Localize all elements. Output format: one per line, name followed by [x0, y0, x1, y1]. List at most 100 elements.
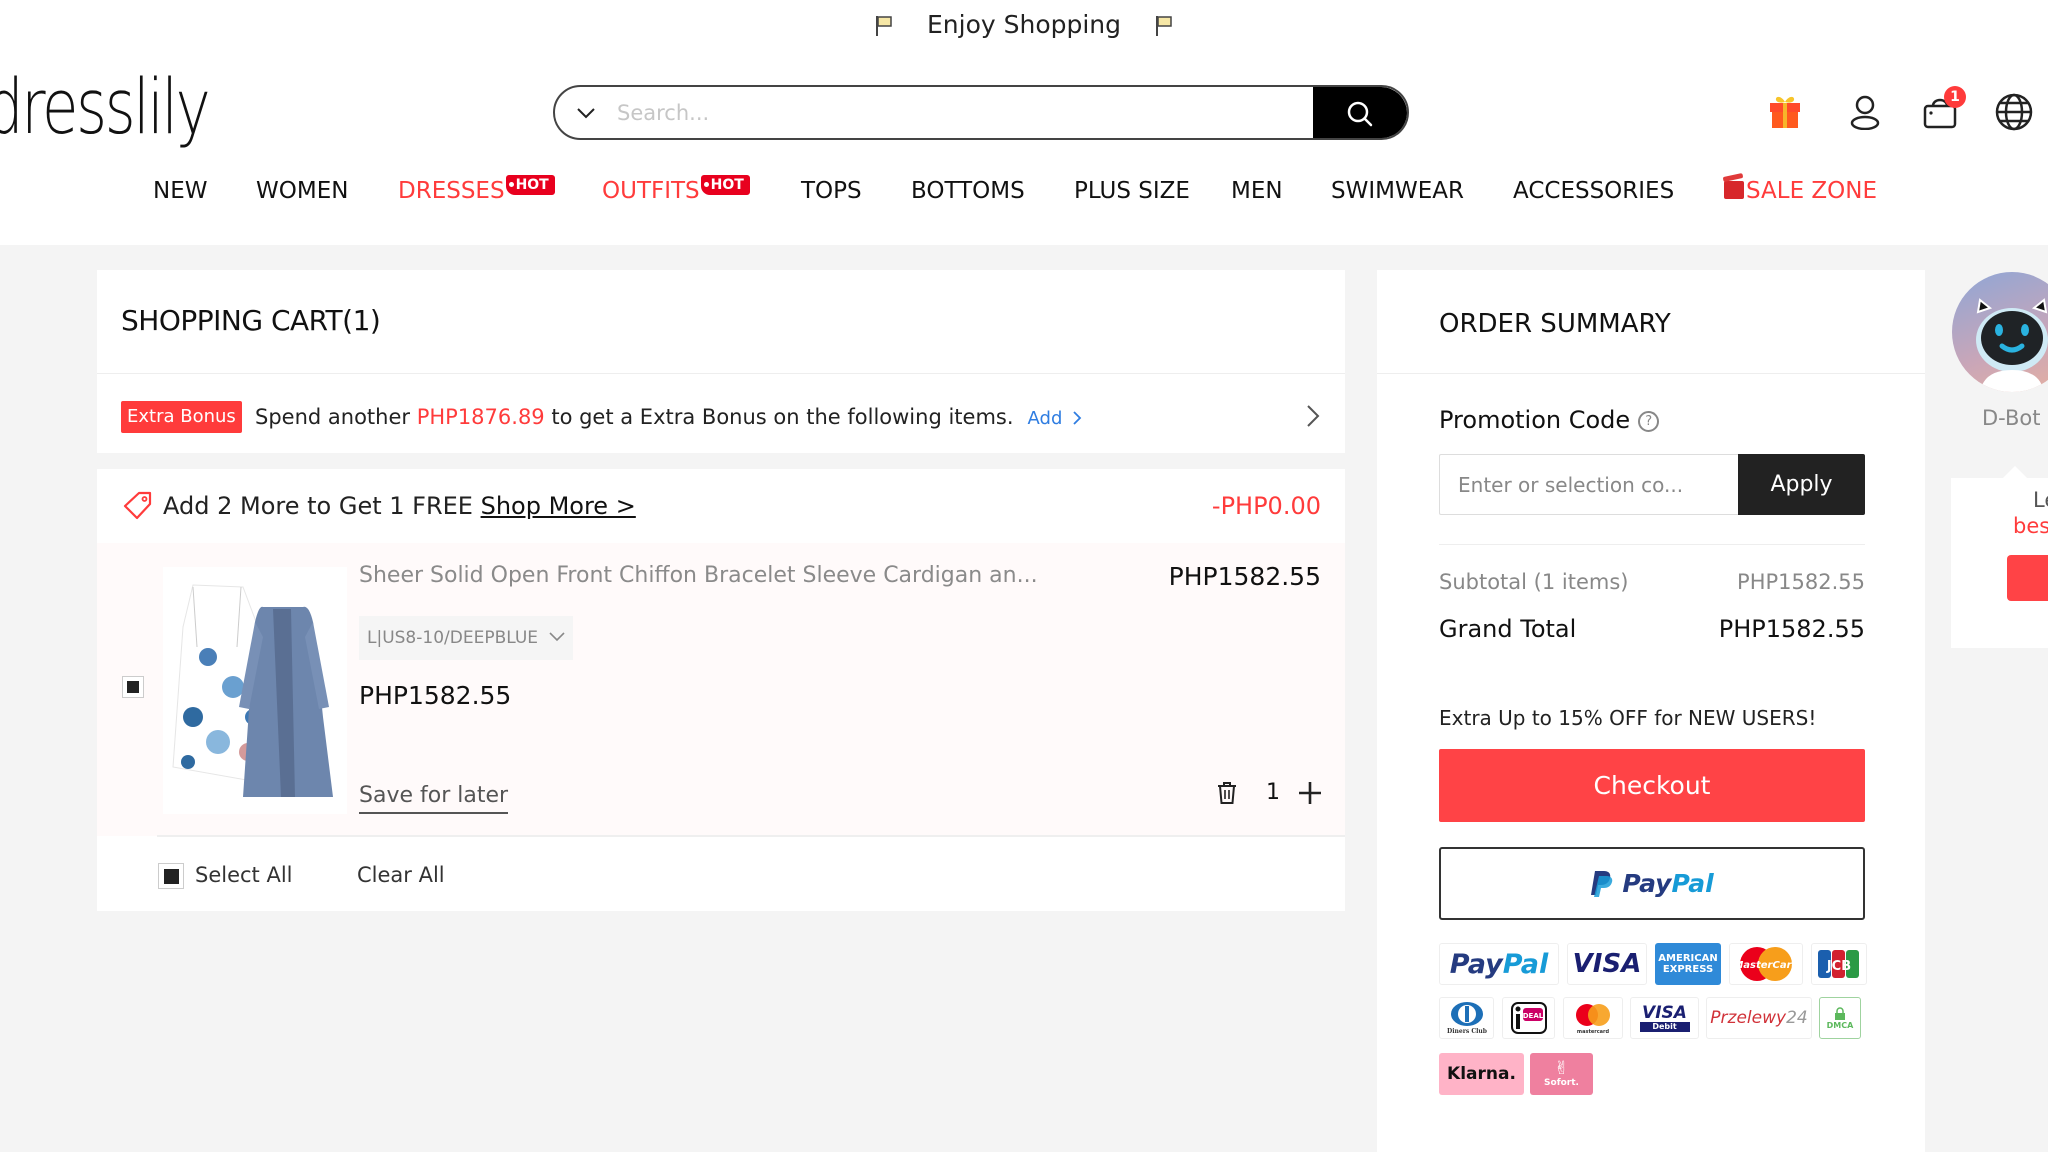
nav-label: BOTTOMS	[911, 178, 1025, 204]
divider	[1439, 544, 1865, 545]
search-bar	[553, 85, 1409, 140]
payment-amex: AMERICAN EXPRESS	[1655, 943, 1721, 985]
hot-badge: HOT	[505, 175, 555, 195]
d-bot-popup-text: Le	[2033, 488, 2048, 512]
nav-label: SALE ZONE	[1746, 178, 1878, 204]
checkout-button[interactable]: Checkout	[1439, 749, 1865, 822]
d-bot-label: D-Bot	[1982, 406, 2041, 430]
quantity-value[interactable]: 1	[1266, 778, 1280, 808]
paypal-word-2: Pal	[1671, 869, 1714, 898]
top-banner: Enjoy Shopping	[0, 8, 2048, 42]
promotion-code-label: Promotion Code?	[1439, 400, 1660, 440]
new-user-offer: Extra Up to 15% OFF for NEW USERS!	[1439, 706, 1817, 730]
payment-ideal: DEAL	[1502, 997, 1555, 1039]
nav-item-tops[interactable]: TOPS	[801, 170, 862, 212]
nav-item-bottoms[interactable]: BOTTOMS	[911, 170, 1025, 212]
clear-all-button[interactable]: Clear All	[357, 859, 445, 891]
product-price: PHP1582.55	[359, 681, 512, 710]
chevron-right-icon[interactable]	[1305, 402, 1321, 430]
divider	[1377, 373, 1925, 374]
product-name[interactable]: Sheer Solid Open Front Chiffon Bracelet …	[359, 559, 1059, 593]
nav-item-sale-zone[interactable]: SALE ZONE	[1724, 170, 1877, 212]
save-for-later-link[interactable]: Save for later	[359, 780, 509, 814]
select-all-label[interactable]: Select All	[195, 859, 293, 891]
trash-icon[interactable]	[1215, 780, 1239, 806]
paypal-checkout-button[interactable]: PayPal	[1439, 847, 1865, 920]
shop-more-link[interactable]: Shop More >	[481, 492, 636, 520]
svg-text:MasterCard: MasterCard	[1735, 960, 1797, 971]
select-all-checkbox[interactable]	[158, 863, 184, 889]
bonus-text-before: Spend another	[255, 405, 417, 429]
nav-item-accessories[interactable]: ACCESSORIES	[1513, 170, 1674, 212]
site-logo[interactable]: dresslily	[0, 62, 211, 152]
account-button[interactable]	[1843, 90, 1887, 134]
promo-discount-amount: -PHP0.00	[1211, 492, 1321, 520]
payment-jcb: JCB	[1811, 943, 1867, 985]
nav-item-men[interactable]: MEN	[1231, 170, 1283, 212]
search-icon	[1347, 101, 1373, 126]
cart-count-badge: 1	[1944, 86, 1966, 108]
variant-selector[interactable]: L|US8-10/DEEPBLUE	[359, 616, 574, 660]
payment-dmca: DMCA	[1819, 997, 1861, 1039]
nav-label: OUTFITS	[602, 178, 700, 204]
help-icon[interactable]: ?	[1638, 411, 1660, 432]
cart-item-row: Sheer Solid Open Front Chiffon Bracelet …	[97, 543, 1345, 836]
d-bot-popup-button[interactable]	[2007, 555, 2048, 601]
search-button[interactable]	[1313, 87, 1407, 138]
chevron-down-icon[interactable]	[575, 102, 597, 124]
payment-przelewy24: Przelewy 24	[1706, 997, 1812, 1039]
extra-bonus-tag: Extra Bonus	[121, 401, 242, 433]
bonus-add-label: Add	[1027, 408, 1063, 429]
subtotal-value: PHP1582.55	[1737, 570, 1865, 594]
payment-sofort: ✌ Sofort.	[1530, 1053, 1593, 1095]
product-image[interactable]	[163, 567, 347, 814]
bonus-add-link[interactable]: Add	[1028, 408, 1083, 429]
nav-label: TOPS	[801, 178, 862, 204]
buy-more-text: Add 2 More to Get 1 FREE Shop More >	[163, 487, 636, 525]
buy-more-promo-row: Add 2 More to Get 1 FREE Shop More > -PH…	[97, 469, 1345, 543]
svg-text:JCB: JCB	[1826, 959, 1851, 974]
paypal-word-1: Pay	[1622, 869, 1672, 898]
nav-item-women[interactable]: WOMEN	[256, 170, 348, 212]
item-checkbox[interactable]	[122, 676, 144, 698]
plus-icon[interactable]	[1297, 780, 1323, 806]
shopping-cart-panel: SHOPPING CART(1) Extra Bonus Spend anoth…	[97, 270, 1345, 911]
chevron-down-icon	[549, 632, 566, 642]
gift-icon	[1770, 96, 1800, 128]
paypal-icon	[1591, 870, 1613, 897]
product-thumbnail	[172, 584, 333, 797]
svg-text:Diners Club: Diners Club	[1447, 1028, 1487, 1035]
nav-item-plus-size[interactable]: PLUS SIZE	[1074, 170, 1190, 212]
variant-label: L|US8-10/DEEPBLUE	[367, 628, 539, 648]
paypal-wordmark: PayPal	[1622, 869, 1713, 898]
banner-text: Enjoy Shopping	[926, 10, 1122, 39]
main-nav: NEW WOMEN DRESSES HOT OUTFITS HOT TOPS BOT…	[0, 170, 2048, 212]
site-header: Enjoy Shopping dresslily 1 NEW WOMEN DRE…	[0, 0, 2048, 245]
nav-label: ACCESSORIES	[1513, 178, 1675, 204]
subtotal-label: Subtotal (1 items)	[1439, 570, 1629, 594]
nav-item-swimwear[interactable]: SWIMWEAR	[1331, 170, 1464, 212]
nav-label: SWIMWEAR	[1331, 178, 1464, 204]
nav-item-dresses[interactable]: DRESSES HOT	[398, 170, 555, 212]
promo-code-input[interactable]	[1439, 454, 1738, 515]
nav-item-new[interactable]: NEW	[153, 170, 207, 212]
search-input[interactable]	[617, 95, 1257, 131]
nav-label: MEN	[1231, 178, 1283, 204]
flag-icon	[1155, 16, 1172, 36]
robot-icon	[1976, 298, 2048, 392]
nav-item-outfits[interactable]: OUTFITS HOT	[602, 170, 750, 212]
d-bot-avatar[interactable]	[1952, 272, 2048, 392]
apply-button[interactable]: Apply	[1738, 454, 1865, 515]
svg-text:DEAL: DEAL	[1522, 1012, 1543, 1020]
svg-text:mastercard: mastercard	[1577, 1029, 1610, 1035]
nav-label: DRESSES	[398, 178, 505, 204]
hot-badge: HOT	[700, 175, 750, 195]
extra-bonus-row[interactable]: Extra Bonus Spend another PHP1876.89 to …	[97, 374, 1345, 453]
cart-button[interactable]: 1	[1918, 86, 1966, 134]
bonus-amount: PHP1876.89	[416, 405, 545, 429]
gift-button[interactable]	[1763, 90, 1807, 134]
bonus-text-after: to get a Extra Bonus on the following it…	[544, 405, 1014, 429]
language-button[interactable]	[1992, 90, 2036, 134]
order-summary-panel: ORDER SUMMARY Promotion Code? Apply Subt…	[1377, 270, 1925, 1152]
sale-gift-icon	[1724, 181, 1744, 199]
